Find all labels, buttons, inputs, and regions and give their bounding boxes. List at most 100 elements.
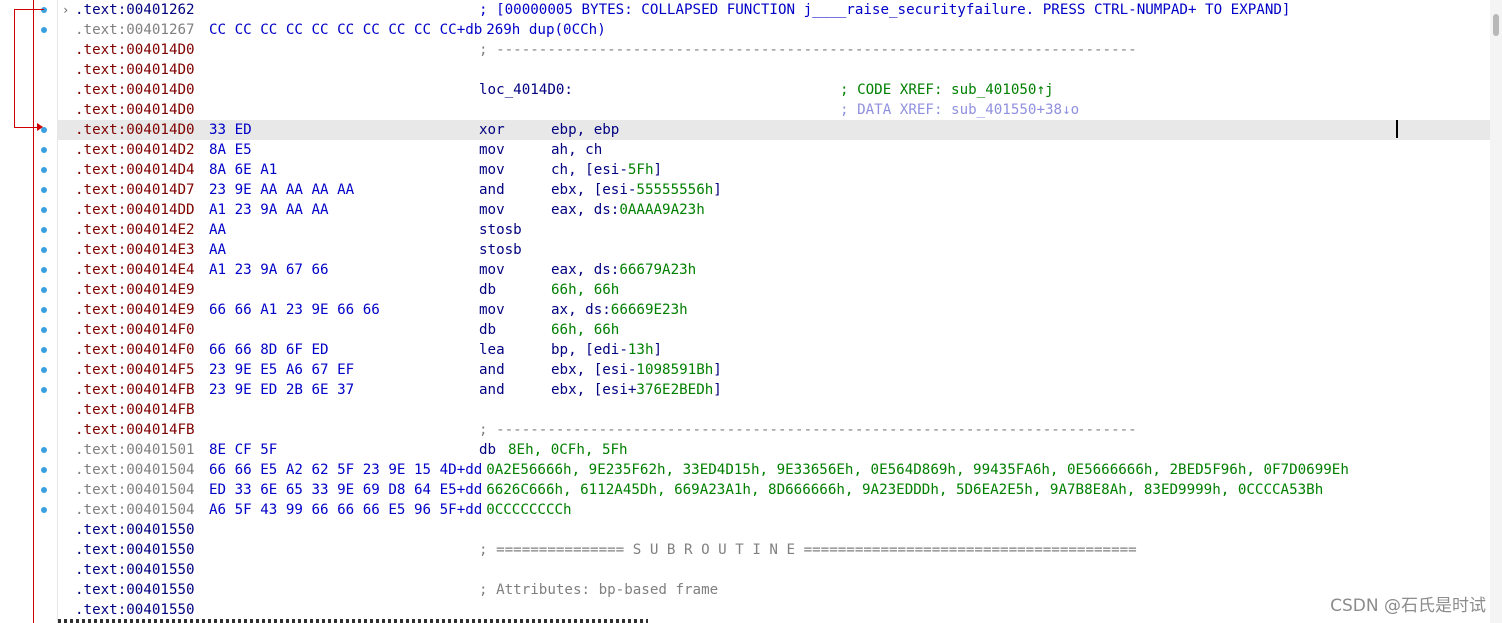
breakpoint-dot-icon[interactable]: [41, 447, 47, 453]
listing-row[interactable]: .text:00401550: [58, 520, 1490, 540]
address[interactable]: .text:00401550: [75, 540, 195, 560]
operand-text: ebx, [esi+: [551, 382, 637, 398]
mnemonic: lea: [479, 342, 505, 358]
operand-number: 0AAAA9A23h: [619, 202, 705, 218]
listing-row[interactable]: .text:004014D0 ; DATA XREF: sub_401550+38…: [58, 100, 1490, 120]
address[interactable]: .text:004014FB: [75, 420, 195, 440]
listing-row[interactable]: .text:00401504 ED 33 6E 65 33 9E 69 D8 64…: [58, 480, 1490, 500]
address[interactable]: .text:004014E9: [75, 280, 195, 300]
listing-row[interactable]: .text:00401550 ; Attributes: bp-based fra…: [58, 580, 1490, 600]
operands: eax, ds:0AAAA9A23h: [551, 200, 705, 220]
listing-row[interactable]: .text:00401550: [58, 560, 1490, 580]
listing-row[interactable]: .text:004014D0: [58, 60, 1490, 80]
listing-row[interactable]: .text:004014D0 ; ------------------------…: [58, 40, 1490, 60]
breakpoint-dot-icon[interactable]: [41, 307, 47, 313]
address[interactable]: .text:004014D4: [75, 160, 195, 180]
address[interactable]: .text:004014F0: [75, 320, 195, 340]
address[interactable]: .text:004014F5: [75, 360, 195, 380]
listing-row[interactable]: .text:004014F0 db 66h, 66h: [58, 320, 1490, 340]
listing-row[interactable]: .text:004014E3 AA stosb: [58, 240, 1490, 260]
address[interactable]: .text:00401262: [75, 0, 195, 20]
breakpoint-dot-icon[interactable]: [41, 227, 47, 233]
breakpoint-dot-icon[interactable]: [41, 147, 47, 153]
listing-row[interactable]: .text:004014F0 66 66 8D 6F ED lea bp, [edi-…: [58, 340, 1490, 360]
xref-comment[interactable]: ; CODE XREF: sub_401050↑j: [840, 80, 1054, 100]
address[interactable]: .text:00401550: [75, 580, 195, 600]
breakpoint-dot-icon[interactable]: [41, 507, 47, 513]
code-label[interactable]: loc_4014D0:: [479, 80, 573, 100]
breakpoint-dot-icon[interactable]: [41, 267, 47, 273]
address[interactable]: .text:00401550: [75, 600, 195, 620]
breakpoint-dot-icon[interactable]: [41, 387, 47, 393]
breakpoint-dot-icon[interactable]: [41, 167, 47, 173]
listing-row[interactable]: .text:004014D4 8A 6E A1 mov ch, [esi-5Fh]: [58, 160, 1490, 180]
address[interactable]: .text:004014E4: [75, 260, 195, 280]
breakpoint-dot-icon[interactable]: [41, 287, 47, 293]
address[interactable]: .text:004014DD: [75, 200, 195, 220]
scroll-thumb[interactable]: [1493, 14, 1499, 36]
breakpoint-dot-icon[interactable]: [41, 207, 47, 213]
breakpoint-dot-icon[interactable]: [41, 347, 47, 353]
breakpoint-dot-icon[interactable]: [41, 367, 47, 373]
address[interactable]: .text:00401504: [75, 500, 195, 520]
address[interactable]: .text:004014FB: [75, 400, 195, 420]
address[interactable]: .text:004014D0: [75, 40, 195, 60]
breakpoint-dot-icon[interactable]: [41, 467, 47, 473]
listing-row[interactable]: .text:004014D0 loc_4014D0: ; CODE XREF: su…: [58, 80, 1490, 100]
listing-row[interactable]: .text:00401550 ; =============== S U B R …: [58, 540, 1490, 560]
address[interactable]: .text:004014E9: [75, 300, 195, 320]
listing-row[interactable]: .text:004014D7 23 9E AA AA AA AA and ebx, […: [58, 180, 1490, 200]
address[interactable]: .text:004014F0: [75, 340, 195, 360]
opcode-bytes: A1 23 9A 67 66: [209, 262, 329, 278]
address[interactable]: .text:004014D0: [75, 60, 195, 80]
listing-row[interactable]: .text:004014D2 8A E5 mov ah, ch: [58, 140, 1490, 160]
listing-row[interactable]: .text:004014E4 A1 23 9A 67 66 mov eax, ds:6…: [58, 260, 1490, 280]
listing-row[interactable]: .text:004014D0 33 ED xor ebp, ebp: [58, 120, 1490, 140]
listing-row[interactable]: .text:004014E2 AA stosb: [58, 220, 1490, 240]
listing-row[interactable]: .text:004014E9 66 66 A1 23 9E 66 66 mov ax,…: [58, 300, 1490, 320]
address[interactable]: .text:004014D2: [75, 140, 195, 160]
address[interactable]: .text:004014E3: [75, 240, 195, 260]
address[interactable]: .text:004014D7: [75, 180, 195, 200]
vertical-scrollbar[interactable]: [1490, 0, 1502, 623]
operand-tail: ]: [713, 362, 722, 378]
listing-row[interactable]: .text:00401504 66 66 E5 A2 62 5F 23 9E 15…: [58, 460, 1490, 480]
disassembly-listing[interactable]: .text:00401262 › ; [00000005 BYTES: COLLAP…: [58, 0, 1490, 620]
operand-text: ebx, [esi-: [551, 362, 637, 378]
listing-row[interactable]: .text:004014F5 23 9E E5 A6 67 EF and ebx, […: [58, 360, 1490, 380]
address[interactable]: .text:004014D0: [75, 100, 195, 120]
listing-row[interactable]: .text:004014FB 23 9E ED 2B 6E 37 and ebx, […: [58, 380, 1490, 400]
breakpoint-dot-icon[interactable]: [41, 247, 47, 253]
listing-row[interactable]: .text:00401501 8E CF 5F db 8Eh, 0CFh, 5Fh: [58, 440, 1490, 460]
listing-row[interactable]: .text:004014FB: [58, 400, 1490, 420]
address[interactable]: .text:00401550: [75, 560, 195, 580]
address[interactable]: .text:004014FB: [75, 380, 195, 400]
breakpoint-dot-icon[interactable]: [41, 187, 47, 193]
breakpoint-dot-icon[interactable]: [41, 7, 47, 13]
listing-row[interactable]: .text:004014E9 db 66h, 66h: [58, 280, 1490, 300]
breakpoint-dot-icon[interactable]: [41, 327, 47, 333]
address[interactable]: .text:004014E2: [75, 220, 195, 240]
address[interactable]: .text:00401504: [75, 480, 195, 500]
opcode-bytes: AA: [209, 242, 227, 258]
listing-row[interactable]: .text:00401504 A6 5F 43 99 66 66 66 E5 96…: [58, 500, 1490, 520]
breakpoint-dot-icon[interactable]: [41, 27, 47, 33]
address[interactable]: .text:004014D0: [75, 120, 195, 140]
listing-row[interactable]: .text:004014FB ; ------------------------…: [58, 420, 1490, 440]
mnemonic: db: [479, 322, 497, 338]
address[interactable]: .text:004014D0: [75, 80, 195, 100]
xref-comment[interactable]: ; DATA XREF: sub_401550+38↓o: [840, 100, 1079, 120]
address[interactable]: .text:00401504: [75, 460, 195, 480]
listing-row[interactable]: .text:00401267 CC CC CC CC CC CC CC CC CC…: [58, 20, 1490, 40]
opcode-bytes: 23 9E ED 2B 6E 37: [209, 382, 355, 398]
listing-row[interactable]: .text:00401262 › ; [00000005 BYTES: COLLAP…: [58, 0, 1490, 20]
address[interactable]: .text:00401501: [75, 440, 195, 460]
breakpoint-dot-icon[interactable]: [41, 487, 47, 493]
listing-row[interactable]: .text:00401550: [58, 600, 1490, 620]
expand-chevron-icon[interactable]: ›: [62, 0, 69, 20]
address[interactable]: .text:00401550: [75, 520, 195, 540]
address[interactable]: .text:00401267: [75, 20, 195, 40]
operands: ax, ds:66669E23h: [551, 300, 688, 320]
operand-tail: ]: [713, 382, 722, 398]
listing-row[interactable]: .text:004014DD A1 23 9A AA AA mov eax, ds:0…: [58, 200, 1490, 220]
